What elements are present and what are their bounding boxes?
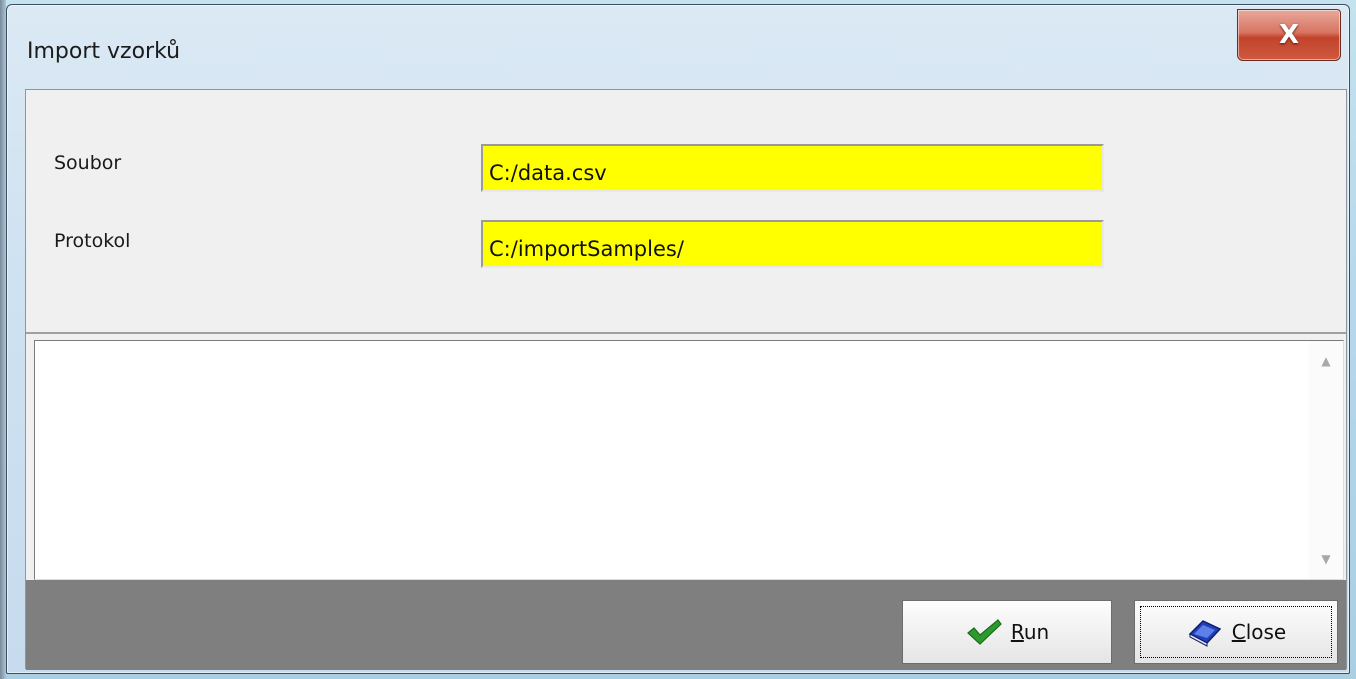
log-output-memo[interactable]: ▲ ▼ (34, 340, 1344, 580)
run-button-label: Run (1010, 620, 1050, 644)
checkmark-icon (966, 619, 1002, 645)
scroll-up-arrow-icon[interactable]: ▲ (1309, 341, 1343, 381)
scroll-down-arrow-icon[interactable]: ▼ (1309, 539, 1343, 579)
file-label: Soubor (54, 152, 122, 174)
title-bar[interactable]: Import vzorků X (7, 5, 1349, 89)
run-button[interactable]: Run (902, 600, 1112, 664)
protocol-path-input[interactable] (481, 220, 1104, 268)
close-x-icon: X (1278, 20, 1300, 50)
dialog-client-area: Soubor Protokol ▲ ▼ Run (25, 89, 1347, 670)
import-dialog: Import vzorků X Soubor Protokol ▲ ▼ Run (6, 4, 1350, 674)
window-close-button[interactable]: X (1237, 9, 1341, 61)
form-panel: Soubor Protokol (26, 90, 1346, 334)
window-title: Import vzorků (27, 39, 181, 64)
file-path-input[interactable] (481, 144, 1104, 192)
focus-rectangle (1140, 606, 1332, 658)
vertical-scrollbar[interactable]: ▲ ▼ (1309, 341, 1343, 579)
close-button[interactable]: Close (1134, 600, 1338, 664)
button-bar: Run Close (26, 580, 1346, 670)
protocol-label: Protokol (54, 230, 131, 252)
